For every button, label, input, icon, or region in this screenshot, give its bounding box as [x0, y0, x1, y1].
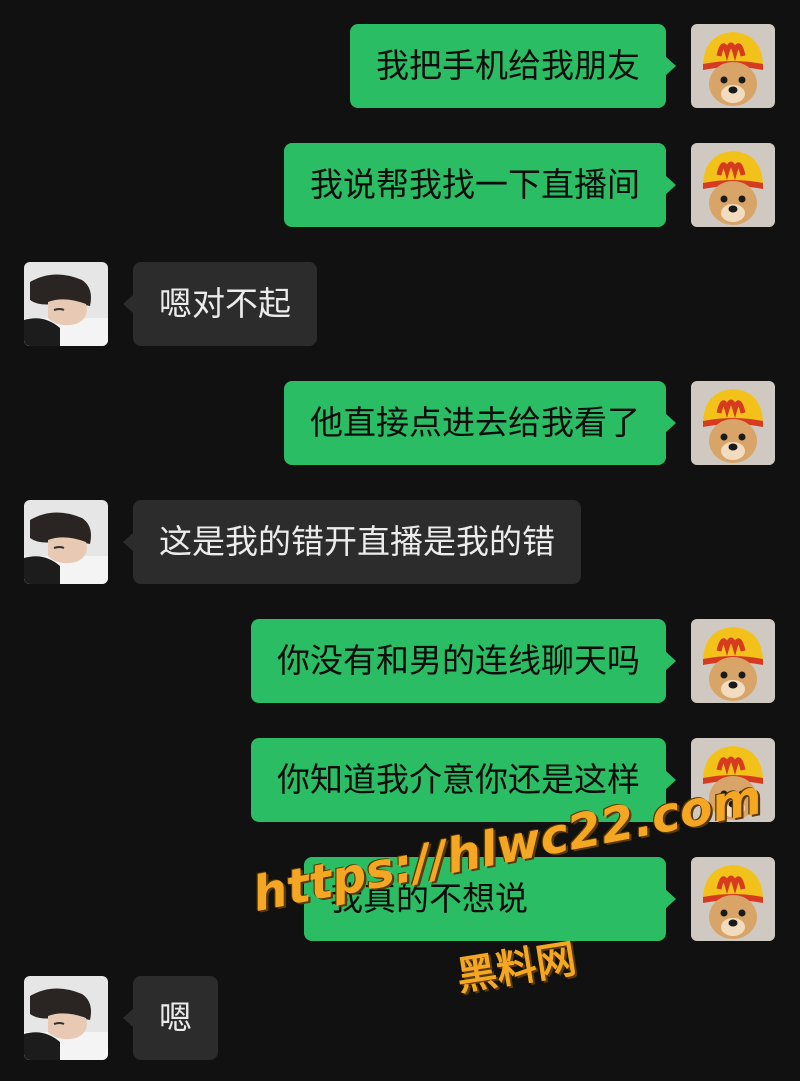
message-row: 你知道我介意你还是这样 [0, 738, 800, 822]
message-bubble-outgoing[interactable]: 他直接点进去给我看了 [284, 381, 676, 465]
message-text: 我说帮我找一下直播间 [310, 165, 640, 204]
message-text: 嗯对不起 [159, 284, 291, 323]
message-text: 嗯 [159, 998, 192, 1037]
bubble-tail [665, 413, 676, 433]
message-row: 我把手机给我朋友 [0, 24, 800, 108]
message-bubble-outgoing[interactable]: 我真的不想说 [304, 857, 676, 941]
message-text: 你没有和男的连线聊天吗 [277, 641, 640, 680]
message-text: 他直接点进去给我看了 [310, 403, 640, 442]
message-row: 嗯 [0, 976, 800, 1060]
dog-avatar-icon[interactable] [691, 143, 775, 227]
message-bubble-outgoing[interactable]: 我说帮我找一下直播间 [284, 143, 676, 227]
message-bubble-outgoing[interactable]: 你没有和男的连线聊天吗 [251, 619, 676, 703]
message-bubble-outgoing[interactable]: 我把手机给我朋友 [350, 24, 676, 108]
bubble-tail [123, 294, 134, 314]
message-row: 你没有和男的连线聊天吗 [0, 619, 800, 703]
message-bubble-outgoing[interactable]: 你知道我介意你还是这样 [251, 738, 676, 822]
dog-avatar-icon[interactable] [691, 24, 775, 108]
bubble-tail [123, 532, 134, 552]
message-row: 这是我的错开直播是我的错 [0, 500, 800, 584]
dog-avatar-icon[interactable] [691, 619, 775, 703]
message-text: 你知道我介意你还是这样 [277, 760, 640, 799]
bubble-tail [123, 1008, 134, 1028]
bubble-tail [665, 651, 676, 671]
dog-avatar-icon[interactable] [691, 738, 775, 822]
chat-window: 我把手机给我朋友 我说帮我找一下直播间 嗯对不起 他直接点进去给我看了 这是我的… [0, 0, 800, 1081]
message-bubble-incoming[interactable]: 这是我的错开直播是我的错 [123, 500, 581, 584]
person-avatar-icon[interactable] [24, 500, 108, 584]
person-avatar-icon[interactable] [24, 262, 108, 346]
dog-avatar-icon[interactable] [691, 381, 775, 465]
bubble-tail [665, 175, 676, 195]
message-row: 他直接点进去给我看了 [0, 381, 800, 465]
message-bubble-incoming[interactable]: 嗯对不起 [123, 262, 317, 346]
message-text: 我真的不想说 [330, 879, 528, 918]
person-avatar-icon[interactable] [24, 976, 108, 1060]
bubble-tail [665, 770, 676, 790]
message-row: 嗯对不起 [0, 262, 800, 346]
bubble-tail [665, 56, 676, 76]
message-row: 我说帮我找一下直播间 [0, 143, 800, 227]
bubble-tail [665, 889, 676, 909]
message-bubble-incoming[interactable]: 嗯 [123, 976, 218, 1060]
dog-avatar-icon[interactable] [691, 857, 775, 941]
message-row: 我真的不想说 [0, 857, 800, 941]
message-text: 我把手机给我朋友 [376, 46, 640, 85]
message-text: 这是我的错开直播是我的错 [159, 522, 555, 561]
